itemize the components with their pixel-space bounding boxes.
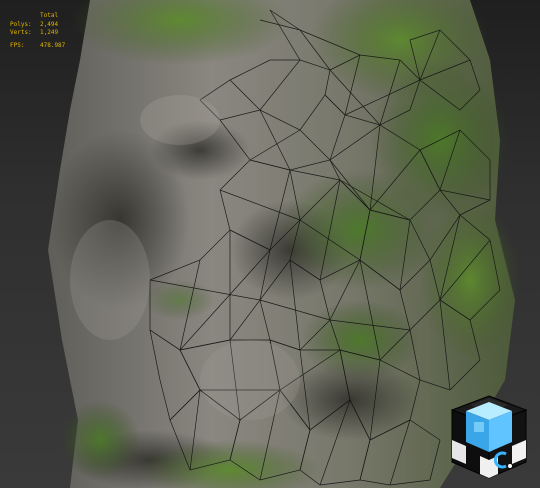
navigation-cube-icon[interactable]	[444, 394, 534, 482]
verts-label: Verts:	[10, 29, 32, 36]
fps-value: 478.987	[40, 41, 66, 49]
verts-value: 1,249	[40, 29, 59, 36]
fps-stat: FPS: 478.987	[10, 42, 65, 51]
3d-viewport[interactable]: Total Polys: 2,494 Verts: 1,249 FPS: 478…	[0, 0, 540, 488]
viewport-statistics: Total Polys: 2,494 Verts: 1,249 FPS: 478…	[10, 12, 65, 50]
stats-header: Total	[40, 12, 59, 19]
verts-stat: Verts: 1,249	[10, 29, 65, 38]
fps-label: FPS:	[10, 41, 25, 49]
polys-value: 2,494	[40, 20, 59, 28]
polys-label: Polys:	[10, 20, 32, 28]
polys-stat: Polys: 2,494	[10, 21, 65, 30]
